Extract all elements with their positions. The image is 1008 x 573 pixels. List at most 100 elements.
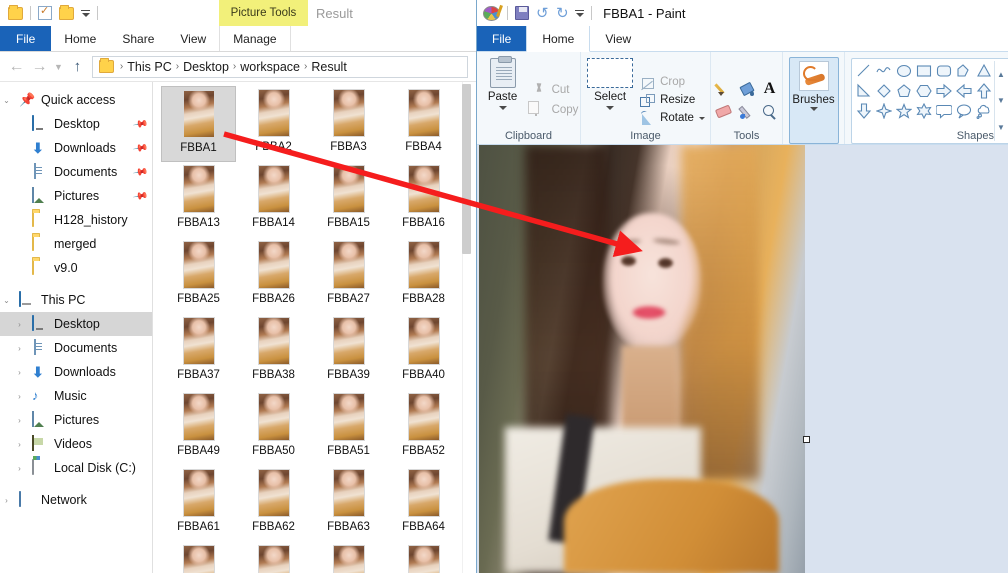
breadcrumb-desktop[interactable]: Desktop (183, 60, 229, 74)
sidebar-item-pictures[interactable]: Pictures 📌 (0, 184, 152, 208)
shape-pentagon-icon[interactable] (894, 81, 914, 101)
shapes-gallery-scrollbar[interactable]: ▲ ▼ ▼ (994, 61, 1007, 141)
properties-icon[interactable] (38, 4, 52, 20)
tab-home[interactable]: Home (51, 26, 109, 51)
paint-tab-file[interactable]: File (477, 26, 527, 51)
copy-button[interactable]: Copy (531, 102, 578, 117)
shape-triangle-icon[interactable] (974, 61, 994, 81)
sidebar-item-this-pc-downloads[interactable]: › ⬇ Downloads (0, 360, 152, 384)
shape-hexagon-icon[interactable] (914, 81, 934, 101)
up-icon[interactable]: ↑ (69, 58, 86, 75)
sidebar-item-this-pc-pictures[interactable]: › Pictures (0, 408, 152, 432)
chevron-down-icon[interactable] (498, 106, 507, 110)
file-tile[interactable]: FBBA50 (236, 390, 311, 466)
file-tile[interactable]: FBBA37 (161, 314, 236, 390)
sidebar-item-music[interactable]: › ♪ Music (0, 384, 152, 408)
brushes-button[interactable]: Brushes (788, 57, 839, 144)
sidebar-group-quick-access[interactable]: ⌄ 📌 Quick access (0, 88, 152, 112)
file-tile[interactable]: FBBA63 (311, 466, 386, 542)
shape-rectangle-icon[interactable] (914, 61, 934, 81)
breadcrumb[interactable]: › This PC › Desktop › workspace › Result (91, 55, 468, 78)
sidebar-group-this-pc[interactable]: ⌄ This PC (0, 288, 152, 312)
file-tile[interactable]: FBBA49 (161, 390, 236, 466)
chevron-right-icon[interactable]: › (13, 464, 26, 473)
customize-qat-icon[interactable] (575, 9, 585, 17)
file-tile[interactable]: FBBA38 (236, 314, 311, 390)
sidebar-item-merged[interactable]: merged (0, 232, 152, 256)
text-icon[interactable]: A (759, 78, 781, 100)
file-tile[interactable]: FBBA64 (386, 466, 461, 542)
shape-rounded-rectangular-callout-icon[interactable] (934, 101, 954, 121)
file-tile[interactable]: FBBA27 (311, 238, 386, 314)
chevron-down-icon[interactable] (698, 116, 705, 120)
file-tile[interactable]: FBBA1 (161, 86, 236, 162)
shape-curve-icon[interactable] (874, 61, 894, 81)
sidebar-item-downloads[interactable]: ⬇ Downloads 📌 (0, 136, 152, 160)
chevron-down-icon[interactable]: ⌄ (0, 296, 13, 305)
shape-oval-icon[interactable] (894, 61, 914, 81)
chevron-down-icon[interactable] (606, 106, 615, 110)
shape-down-arrow-icon[interactable] (854, 101, 874, 121)
folder-icon[interactable] (8, 4, 23, 20)
file-tile[interactable]: FBBA2 (236, 86, 311, 162)
paint-tab-view[interactable]: View (590, 26, 646, 51)
chevron-right-icon[interactable]: › (13, 368, 26, 377)
sidebar-item-v9[interactable]: v9.0 (0, 256, 152, 280)
shape-line-icon[interactable] (854, 61, 874, 81)
shape-polygon-icon[interactable] (954, 61, 974, 81)
shape-cloud-callout-icon[interactable] (974, 101, 994, 121)
file-tile[interactable]: FBBA62 (236, 466, 311, 542)
file-tile[interactable]: FBBA26 (236, 238, 311, 314)
paint-app-icon[interactable] (483, 5, 500, 21)
fill-with-color-icon[interactable] (736, 78, 758, 100)
color-picker-icon[interactable] (736, 101, 758, 123)
shape-six-point-star-icon[interactable] (914, 101, 934, 121)
file-tile[interactable]: FBBA39 (311, 314, 386, 390)
file-tile[interactable]: FBBA4 (386, 86, 461, 162)
chevron-right-icon[interactable]: › (13, 320, 26, 329)
crop-button[interactable]: Crop (640, 76, 705, 89)
tab-view[interactable]: View (167, 26, 219, 51)
file-tile[interactable]: FBBA28 (386, 238, 461, 314)
recent-locations-icon[interactable]: ▼ (54, 62, 63, 72)
shape-right-triangle-icon[interactable] (854, 81, 874, 101)
paint-canvas[interactable] (479, 145, 805, 573)
shape-diamond-icon[interactable] (874, 81, 894, 101)
pencil-icon[interactable] (713, 78, 735, 100)
scroll-down-icon[interactable]: ▼ (997, 96, 1005, 105)
rotate-button[interactable]: Rotate (640, 112, 705, 125)
chevron-down-icon[interactable]: ⌄ (0, 96, 13, 105)
sidebar-item-desktop[interactable]: Desktop 📌 (0, 112, 152, 136)
paint-canvas-area[interactable] (477, 145, 1008, 573)
save-icon[interactable] (515, 6, 529, 20)
forward-icon[interactable]: → (31, 58, 48, 76)
sidebar-item-documents[interactable]: Documents 📌 (0, 160, 152, 184)
file-pane-scrollbar-thumb[interactable] (462, 84, 471, 254)
tab-manage[interactable]: Manage (219, 26, 291, 51)
sidebar-item-videos[interactable]: › Videos (0, 432, 152, 456)
new-folder-icon[interactable] (59, 4, 74, 20)
file-tile[interactable]: FBBA16 (386, 162, 461, 238)
shape-four-point-star-icon[interactable] (874, 101, 894, 121)
sidebar-item-network[interactable]: › Network (0, 488, 152, 512)
undo-icon[interactable]: ↺ (536, 4, 549, 22)
sidebar-item-h128-history[interactable]: H128_history (0, 208, 152, 232)
sidebar-item-this-pc-documents[interactable]: › Documents (0, 336, 152, 360)
cut-button[interactable]: Cut (531, 83, 579, 97)
shape-right-arrow-icon[interactable] (934, 81, 954, 101)
file-tile[interactable]: FBBA40 (386, 314, 461, 390)
chevron-right-icon[interactable]: › (13, 392, 26, 401)
back-icon[interactable]: ← (8, 58, 25, 76)
canvas-resize-handle[interactable] (803, 436, 810, 443)
file-tile[interactable]: FBBA15 (311, 162, 386, 238)
magnifier-icon[interactable] (759, 101, 781, 123)
chevron-right-icon[interactable]: › (13, 440, 26, 449)
file-tile[interactable]: FBBA3 (311, 86, 386, 162)
chevron-down-icon[interactable] (809, 107, 818, 111)
customize-qat-icon[interactable] (81, 9, 90, 17)
chevron-right-icon[interactable]: › (0, 496, 13, 505)
shape-five-point-star-icon[interactable] (894, 101, 914, 121)
breadcrumb-workspace[interactable]: workspace (240, 60, 300, 74)
shape-rounded-rectangle-icon[interactable] (934, 61, 954, 81)
redo-icon[interactable]: ↺ (556, 4, 569, 22)
